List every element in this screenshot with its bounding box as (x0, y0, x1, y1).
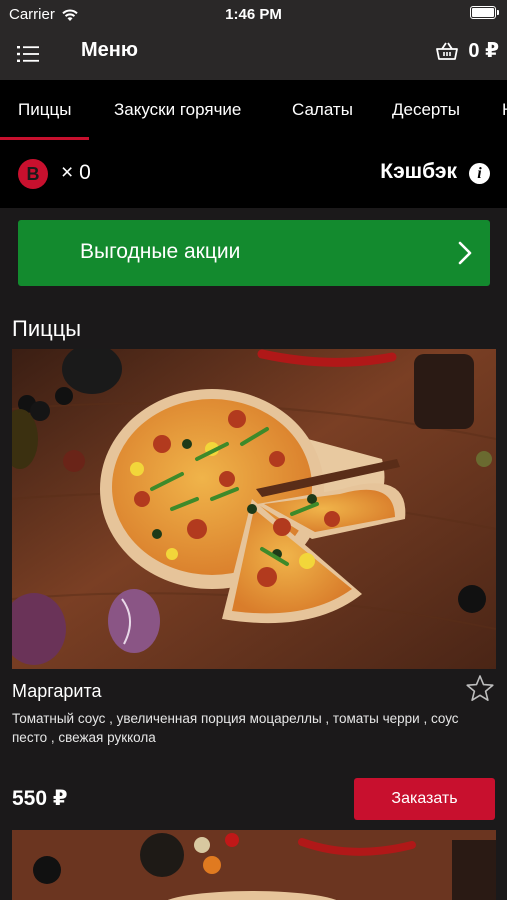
info-icon[interactable]: i (469, 163, 490, 184)
product-name[interactable]: Маргарита (12, 681, 102, 702)
order-button[interactable]: Заказать (354, 778, 495, 820)
tab-hot-appetizers[interactable]: Закуски горячие (96, 80, 259, 140)
promotions-button[interactable]: Выгодные акции (18, 220, 490, 286)
navigation-bar: Меню 0 ₽ (0, 30, 507, 80)
clock: 1:46 PM (225, 6, 282, 23)
section-title: Пиццы (12, 316, 82, 341)
cashback-label[interactable]: Кэшбэк (380, 160, 457, 184)
battery-icon (470, 6, 499, 19)
promotions-label: Выгодные акции (80, 240, 241, 263)
product-image-next[interactable] (12, 830, 496, 900)
page-title: Меню (81, 39, 138, 61)
bonus-count: × 0 (61, 161, 91, 184)
tab-salads[interactable]: Салаты (274, 80, 371, 140)
category-tabs: Пиццы Закуски горячие Салаты Десерты Н (0, 80, 507, 140)
tab-desserts[interactable]: Десерты (374, 80, 478, 140)
cart-total: 0 ₽ (468, 40, 499, 62)
product-price: 550 ₽ (12, 787, 68, 810)
product-image[interactable] (12, 349, 496, 669)
pizza-photo (12, 349, 496, 669)
basket-icon (436, 42, 459, 60)
chevron-right-icon (458, 241, 472, 265)
bonus-coin-icon: B (18, 159, 48, 189)
menu-list-icon[interactable] (17, 44, 39, 64)
star-icon[interactable] (465, 674, 495, 702)
tab-pizzas[interactable]: Пиццы (0, 80, 90, 140)
cart-button[interactable]: 0 ₽ (436, 38, 499, 63)
product-description: Томатный соус , увеличенная порция моцар… (12, 711, 459, 745)
status-bar: Carrier 1:46 PM (0, 0, 507, 30)
tab-next[interactable]: Н (484, 80, 507, 140)
pizza-photo-next (12, 830, 496, 900)
